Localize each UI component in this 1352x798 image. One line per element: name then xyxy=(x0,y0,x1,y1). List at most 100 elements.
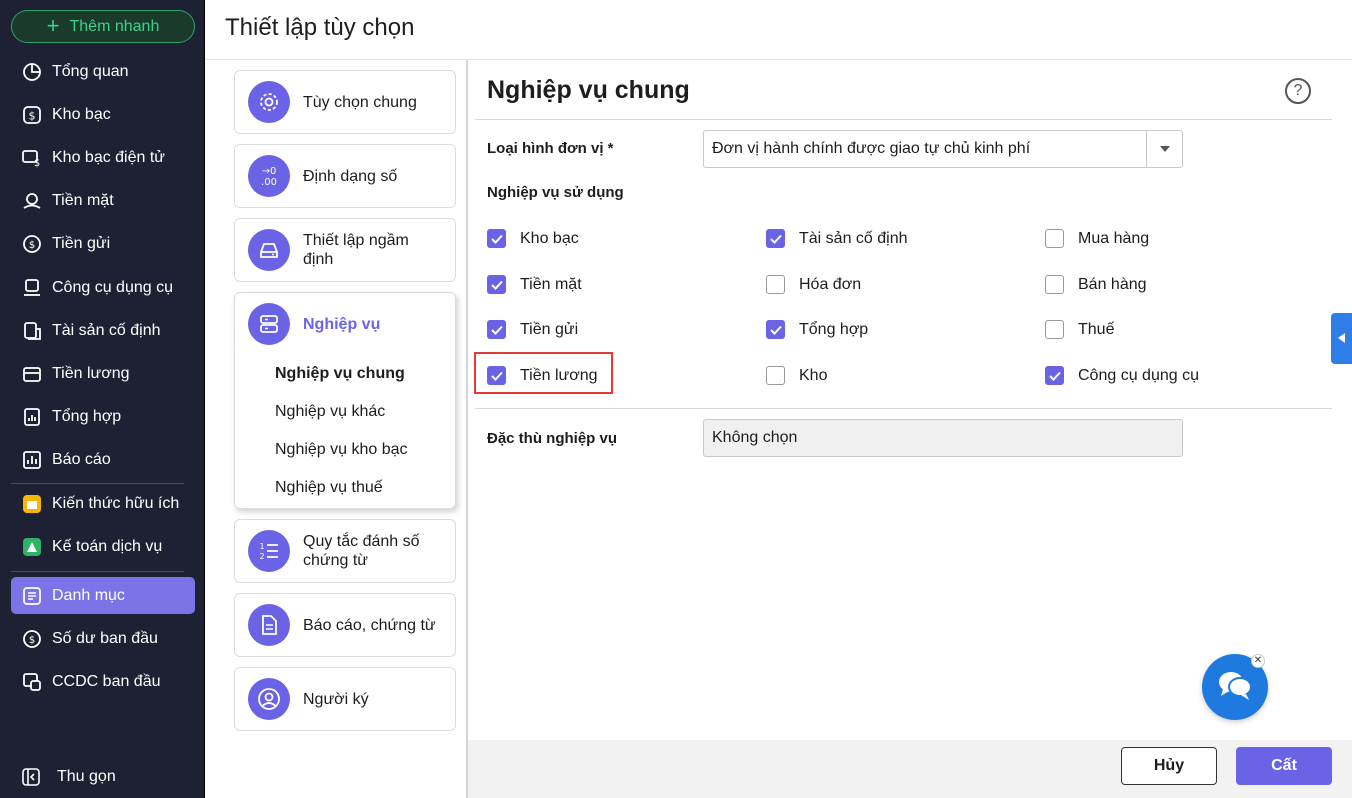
unit-type-select[interactable]: Đơn vị hành chính được giao tự chủ kinh … xyxy=(703,130,1183,168)
checkbox-label: Kho bạc xyxy=(520,229,579,247)
sidebar-item-catalog[interactable]: Danh mục xyxy=(11,577,195,614)
sidebar-item-label: Tài sản cố định xyxy=(52,321,161,339)
svg-text:2: 2 xyxy=(259,552,264,561)
sidebar-item-tools[interactable]: Công cụ dụng cụ xyxy=(11,269,195,306)
sidebar-item-service-accounting[interactable]: Kế toán dịch vụ xyxy=(11,528,195,565)
close-icon[interactable]: ✕ xyxy=(1251,654,1265,668)
check-icon xyxy=(487,320,506,339)
menu-item-general-options[interactable]: Tùy chọn chung xyxy=(234,70,456,134)
save-button[interactable]: Cất xyxy=(1236,747,1332,785)
checkbox-tax[interactable]: Thuế xyxy=(1045,320,1114,339)
user-icon xyxy=(248,678,290,720)
side-panel-toggle[interactable] xyxy=(1331,313,1352,364)
sidebar-item-label: Tiền gửi xyxy=(52,234,111,252)
svg-text:.00: .00 xyxy=(261,177,277,187)
checkbox-cash[interactable]: Tiền mặt xyxy=(487,275,582,294)
checkbox-label: Mua hàng xyxy=(1078,229,1150,247)
sidebar-item-report[interactable]: Báo cáo xyxy=(11,441,195,478)
salary-icon xyxy=(21,363,43,385)
menu-item-number-format[interactable]: →0.00 Định dạng số xyxy=(234,144,456,208)
quick-add-button[interactable]: + Thêm nhanh xyxy=(11,10,195,43)
submenu-item-other-business[interactable]: Nghiệp vụ khác xyxy=(235,393,455,431)
checkbox-label: Thuế xyxy=(1078,320,1115,338)
sidebar-item-label: Tiền mặt xyxy=(52,191,114,209)
menu-item-label: Tùy chọn chung xyxy=(303,93,417,111)
sidebar-item-label: Báo cáo xyxy=(52,450,111,468)
collapse-icon xyxy=(21,767,41,787)
section-divider xyxy=(475,408,1332,409)
sidebar-item-salary[interactable]: Tiền lương xyxy=(11,355,195,392)
chevron-left-icon xyxy=(1338,330,1345,348)
sidebar: + Thêm nhanh Tổng quan $ Kho bạc $ Kho b… xyxy=(0,0,205,798)
checkbox-sales[interactable]: Bán hàng xyxy=(1045,275,1147,294)
unit-type-value: Đơn vị hành chính được giao tự chủ kinh … xyxy=(712,140,1031,157)
checkbox-treasury[interactable]: Kho bạc xyxy=(487,229,579,248)
assets-icon xyxy=(21,320,43,342)
knowledge-icon xyxy=(21,493,43,515)
menu-item-label: Báo cáo, chứng từ xyxy=(303,616,436,634)
svg-text:1: 1 xyxy=(259,542,264,551)
sidebar-item-opening-balance[interactable]: $ Số dư ban đầu xyxy=(11,620,195,657)
sidebar-item-label: Kế toán dịch vụ xyxy=(52,537,163,555)
sidebar-item-opening-tools[interactable]: CCDC ban đầu xyxy=(11,663,195,700)
numbered-list-icon: 12 xyxy=(248,530,290,572)
checkbox-label: Hóa đơn xyxy=(799,275,862,293)
menu-item-signer[interactable]: Người ký xyxy=(234,667,456,731)
svg-text:$: $ xyxy=(29,240,35,251)
checkbox-label: Bán hàng xyxy=(1078,275,1147,293)
submenu-item-treasury-business[interactable]: Nghiệp vụ kho bạc xyxy=(235,431,455,469)
checkbox-label: Kho xyxy=(799,366,828,384)
drive-icon xyxy=(248,229,290,271)
e-treasury-icon: $ xyxy=(21,147,43,169)
svg-text:$: $ xyxy=(34,158,40,168)
sidebar-item-label: Kiến thức hữu ích xyxy=(52,494,180,512)
sidebar-item-treasury[interactable]: $ Kho bạc xyxy=(11,96,195,133)
deposit-icon: $ xyxy=(21,233,43,255)
dollar-icon: $ xyxy=(21,104,43,126)
svg-text:$: $ xyxy=(29,635,35,646)
help-icon[interactable]: ? xyxy=(1285,78,1311,104)
sidebar-item-cash[interactable]: Tiền mặt xyxy=(11,182,195,219)
sidebar-item-label: Kho bạc xyxy=(52,105,111,123)
chevron-down-icon[interactable] xyxy=(1146,131,1182,167)
sidebar-item-knowledge[interactable]: Kiến thức hữu ích xyxy=(11,485,195,522)
cash-icon xyxy=(21,190,43,212)
tools-icon xyxy=(21,277,43,299)
checkbox-label: Tổng hợp xyxy=(799,320,869,338)
sidebar-item-e-treasury[interactable]: $ Kho bạc điện tử xyxy=(11,139,195,176)
checkbox-summary[interactable]: Tổng hợp xyxy=(766,320,868,339)
sidebar-item-label: Số dư ban đầu xyxy=(52,629,158,647)
submenu-item-general-business[interactable]: Nghiệp vụ chung xyxy=(235,355,455,393)
submenu-item-tax-business[interactable]: Nghiệp vụ thuế xyxy=(235,469,455,507)
highlight-box xyxy=(474,352,613,394)
sidebar-item-summary[interactable]: Tổng hợp xyxy=(11,398,195,435)
sidebar-item-fixed-assets[interactable]: Tài sản cố định xyxy=(11,312,195,349)
sidebar-item-deposit[interactable]: $ Tiền gửi xyxy=(11,225,195,262)
collapse-button[interactable]: Thu gọn xyxy=(11,760,116,794)
footer-bar xyxy=(468,740,1352,798)
menu-item-default-settings[interactable]: Thiết lập ngầm định xyxy=(234,218,456,282)
menu-item-business[interactable]: Nghiệp vụ Nghiệp vụ chung Nghiệp vụ khác… xyxy=(234,292,456,509)
header-divider xyxy=(205,59,1352,60)
menu-item-label: Người ký xyxy=(303,690,369,708)
quick-add-label: Thêm nhanh xyxy=(69,17,160,35)
menu-item-label: Quy tắc đánh số chứng từ xyxy=(303,533,420,569)
cancel-button[interactable]: Hủy xyxy=(1121,747,1217,785)
specific-business-field: Không chọn xyxy=(703,419,1183,457)
check-icon xyxy=(1045,366,1064,385)
menu-item-label: Thiết lập ngầm định xyxy=(303,232,409,268)
section-title: Nghiệp vụ chung xyxy=(487,76,690,104)
document-icon xyxy=(248,604,290,646)
menu-item-reports-vouchers[interactable]: Báo cáo, chứng từ xyxy=(234,593,456,657)
sidebar-item-label: Danh mục xyxy=(52,586,125,604)
checkbox-tools[interactable]: Công cụ dụng cụ xyxy=(1045,366,1199,385)
check-icon xyxy=(766,229,785,248)
checkbox-fixed-assets[interactable]: Tài sản cố định xyxy=(766,229,908,248)
menu-item-numbering-rules[interactable]: 12 Quy tắc đánh số chứng từ xyxy=(234,519,456,583)
checkbox-deposit[interactable]: Tiền gửi xyxy=(487,320,578,339)
unit-type-label: Loại hình đơn vị * xyxy=(487,140,614,157)
checkbox-invoice[interactable]: Hóa đơn xyxy=(766,275,861,294)
sidebar-item-overview[interactable]: Tổng quan xyxy=(11,53,195,90)
checkbox-warehouse[interactable]: Kho xyxy=(766,366,827,385)
checkbox-purchase[interactable]: Mua hàng xyxy=(1045,229,1149,248)
